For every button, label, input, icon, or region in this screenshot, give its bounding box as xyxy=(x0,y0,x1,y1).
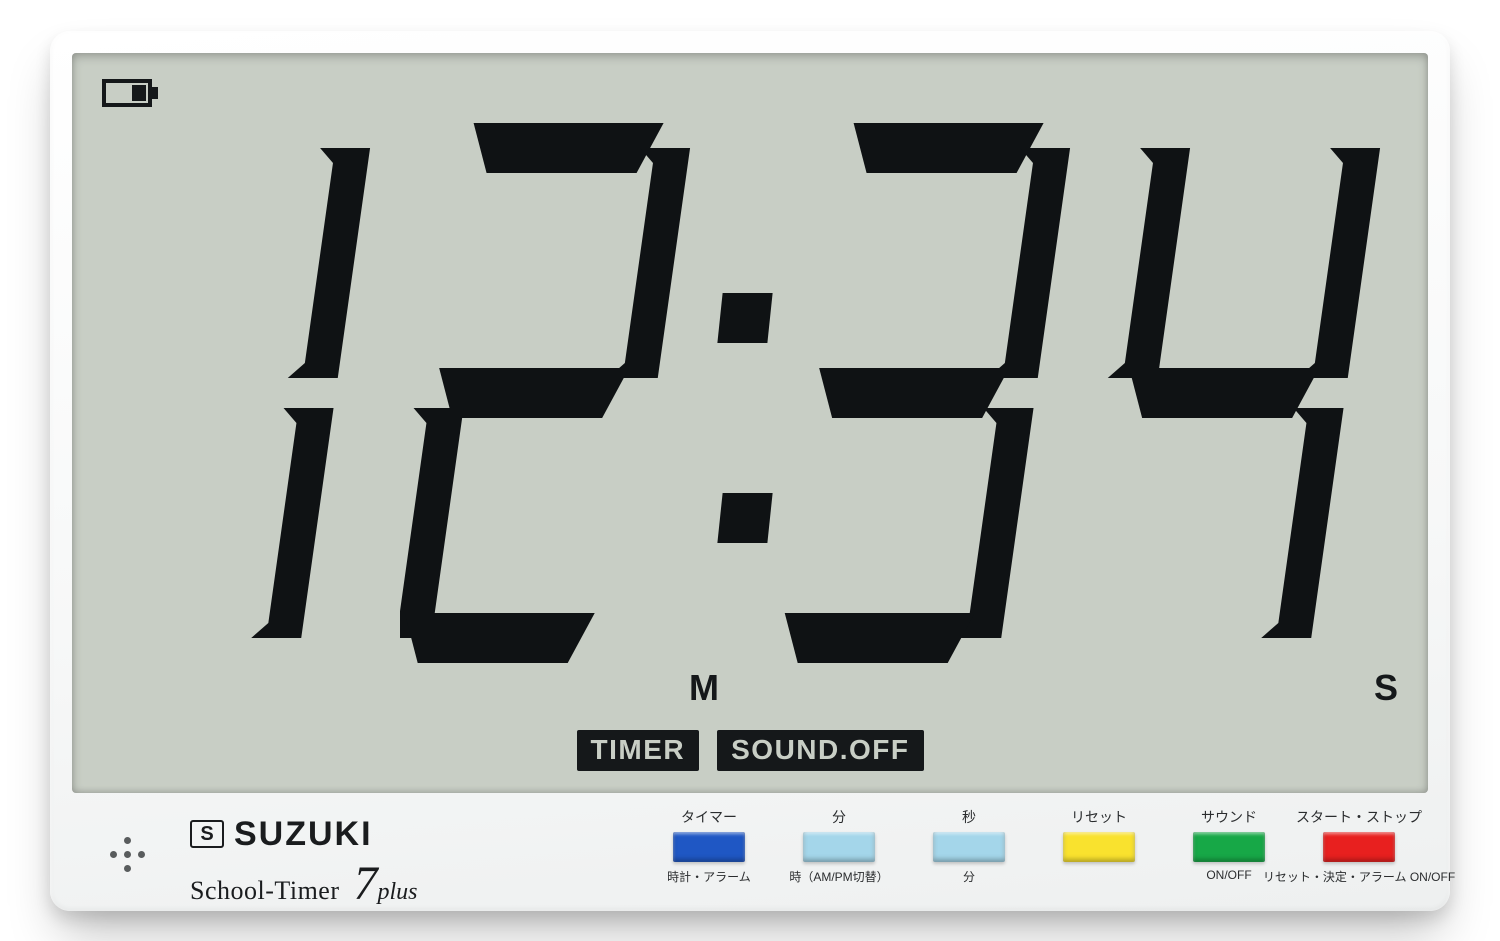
minute-button[interactable] xyxy=(803,832,875,862)
brand-logo-icon: S xyxy=(190,820,224,848)
second-label-top: 秒 xyxy=(962,807,976,827)
timer-button[interactable] xyxy=(673,832,745,862)
sound-label-top: サウンド xyxy=(1201,807,1257,827)
product-line: School-Timer xyxy=(190,876,340,906)
second-button[interactable] xyxy=(933,832,1005,862)
control-panel: S SUZUKI School-Timer 7plus タイマー時計・アラーム分… xyxy=(50,793,1450,911)
start-button[interactable] xyxy=(1323,832,1395,862)
start-button-group: スタート・ストップリセット・決定・アラーム ON/OFF xyxy=(1304,807,1414,885)
start-label-top: スタート・ストップ xyxy=(1296,807,1422,827)
second-label-bottom: 分 xyxy=(963,868,975,885)
sound-button[interactable] xyxy=(1193,832,1265,862)
reset-button[interactable] xyxy=(1063,832,1135,862)
timer-device: M S TIMER SOUND.OFF S SUZUKI School-Time… xyxy=(50,31,1450,911)
minutes-unit-label: M xyxy=(689,667,719,709)
seconds-unit-label: S xyxy=(1374,667,1398,709)
reset-button-group: リセット xyxy=(1044,807,1154,885)
product-suffix: plus xyxy=(378,879,418,905)
time-display xyxy=(72,93,1428,693)
digit-3 xyxy=(780,113,1090,673)
second-button-group: 秒分 xyxy=(914,807,1024,885)
status-row: TIMER SOUND.OFF xyxy=(72,730,1428,771)
brand-name: SUZUKI xyxy=(234,815,373,854)
button-row: タイマー時計・アラーム分時（AM/PM切替）秒分リセットサウンドON/OFFスタ… xyxy=(654,807,1414,885)
timer-label-top: タイマー xyxy=(681,807,737,827)
digit-2 xyxy=(400,113,710,673)
sound-off-indicator: SOUND.OFF xyxy=(717,730,923,771)
product-number: 7 xyxy=(354,857,378,910)
colon-separator xyxy=(710,123,780,663)
speaker-icon xyxy=(110,837,146,873)
minute-label-bottom: 時（AM/PM切替） xyxy=(789,868,888,885)
timer-mode-indicator: TIMER xyxy=(577,730,700,771)
minute-button-group: 分時（AM/PM切替） xyxy=(784,807,894,885)
start-label-bottom: リセット・決定・アラーム ON/OFF xyxy=(1263,868,1455,885)
minute-label-top: 分 xyxy=(832,807,846,827)
lcd-screen: M S TIMER SOUND.OFF xyxy=(72,53,1428,793)
reset-label-top: リセット xyxy=(1071,807,1127,827)
digit-1 xyxy=(100,113,400,673)
timer-label-bottom: 時計・アラーム xyxy=(667,868,751,885)
digit-4 xyxy=(1090,113,1400,673)
brand-block: S SUZUKI School-Timer 7plus xyxy=(190,815,418,911)
timer-button-group: タイマー時計・アラーム xyxy=(654,807,764,885)
sound-label-bottom: ON/OFF xyxy=(1206,868,1251,882)
